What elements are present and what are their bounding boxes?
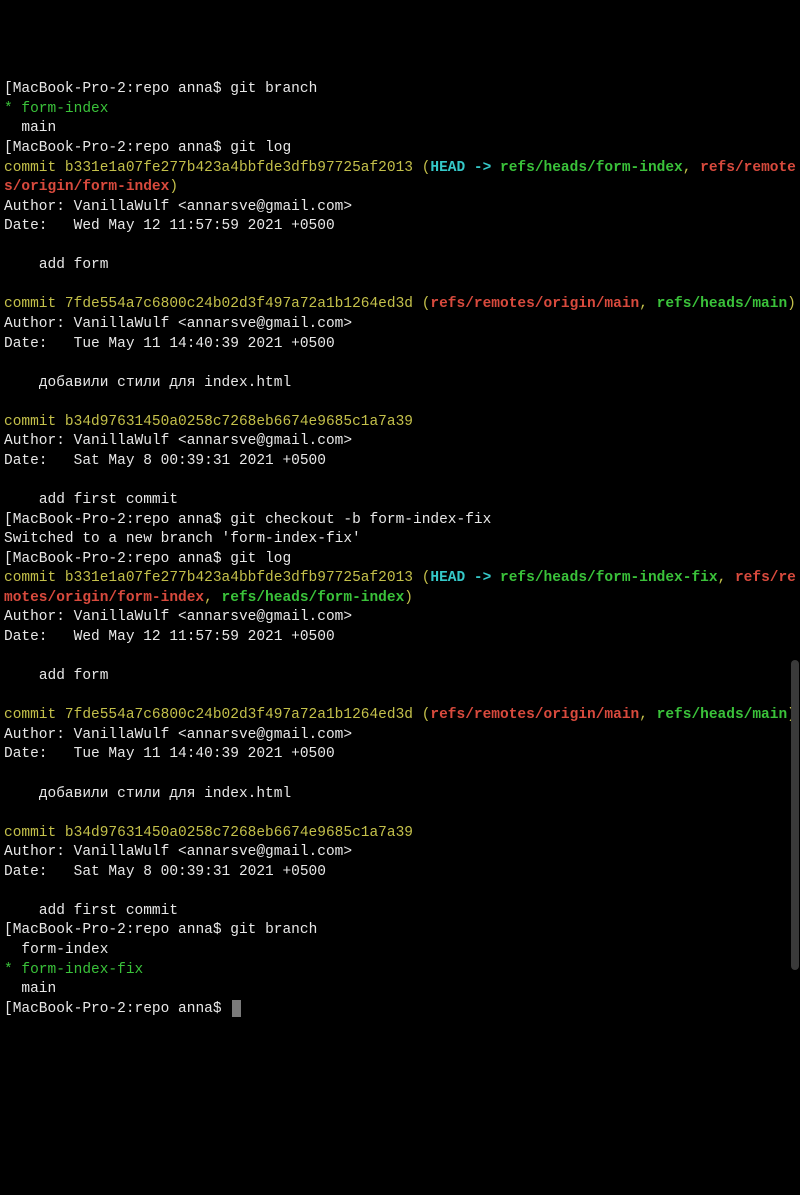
date-line: Date: Sat May 8 00:39:31 2021 +0500: [4, 453, 326, 469]
head-ref: HEAD ->: [430, 570, 500, 586]
cursor[interactable]: [232, 1000, 241, 1017]
branch-item: form-index: [21, 942, 108, 958]
commit-msg: add form: [4, 668, 108, 684]
command-text: git branch: [230, 81, 317, 97]
prompt-line: [MacBook-Pro-2:repo anna$ git branch: [4, 81, 317, 97]
commit-msg: add first commit: [4, 903, 178, 919]
remote-ref: refs/remotes/origin/main: [430, 296, 639, 312]
branch-ref: refs/heads/form-index-fix: [500, 570, 718, 586]
terminal-output[interactable]: [MacBook-Pro-2:repo anna$ git branch * f…: [4, 80, 796, 1019]
prompt-line: [MacBook-Pro-2:repo anna$ git log: [4, 140, 291, 156]
author-line: Author: VanillaWulf <annarsve@gmail.com>: [4, 609, 352, 625]
branch-current: * form-index-fix: [4, 962, 143, 978]
command-text: git log: [230, 140, 291, 156]
commit-line: commit b331e1a07fe277b423a4bbfde3dfb9772…: [4, 570, 413, 586]
switched-msg: Switched to a new branch 'form-index-fix…: [4, 531, 361, 547]
commit-line: commit b34d97631450a0258c7268eb6674e9685…: [4, 414, 413, 430]
command-text: git checkout -b form-index-fix: [230, 512, 491, 528]
branch-item: main: [21, 120, 56, 136]
date-line: Date: Tue May 11 14:40:39 2021 +0500: [4, 336, 335, 352]
branch-item: main: [21, 981, 56, 997]
branch-ref: refs/heads/form-index: [500, 160, 683, 176]
commit-line: commit b331e1a07fe277b423a4bbfde3dfb9772…: [4, 160, 413, 176]
commit-msg: добавили стили для index.html: [4, 786, 291, 802]
author-line: Author: VanillaWulf <annarsve@gmail.com>: [4, 727, 352, 743]
date-line: Date: Wed May 12 11:57:59 2021 +0500: [4, 629, 335, 645]
commit-msg: add first commit: [4, 492, 178, 508]
date-line: Date: Tue May 11 14:40:39 2021 +0500: [4, 746, 335, 762]
head-ref: HEAD ->: [430, 160, 500, 176]
author-line: Author: VanillaWulf <annarsve@gmail.com>: [4, 433, 352, 449]
commit-line: commit 7fde554a7c6800c24b02d3f497a72a1b1…: [4, 707, 413, 723]
command-text: git log: [230, 551, 291, 567]
author-line: Author: VanillaWulf <annarsve@gmail.com>: [4, 199, 352, 215]
prompt-line: [MacBook-Pro-2:repo anna$ git branch: [4, 922, 317, 938]
scrollbar[interactable]: [791, 660, 799, 970]
branch-ref: refs/heads/form-index: [222, 590, 405, 606]
prompt-line: [MacBook-Pro-2:repo anna$ git checkout -…: [4, 512, 491, 528]
date-line: Date: Sat May 8 00:39:31 2021 +0500: [4, 864, 326, 880]
commit-msg: add form: [4, 257, 108, 273]
commit-line: commit 7fde554a7c6800c24b02d3f497a72a1b1…: [4, 296, 413, 312]
command-text: git branch: [230, 922, 317, 938]
remote-ref: refs/remotes/origin/main: [430, 707, 639, 723]
branch-ref: refs/heads/main: [657, 296, 788, 312]
branch-current: * form-index: [4, 101, 108, 117]
commit-msg: добавили стили для index.html: [4, 375, 291, 391]
branch-ref: refs/heads/main: [657, 707, 788, 723]
author-line: Author: VanillaWulf <annarsve@gmail.com>: [4, 316, 352, 332]
date-line: Date: Wed May 12 11:57:59 2021 +0500: [4, 218, 335, 234]
prompt-line: [MacBook-Pro-2:repo anna$ git log: [4, 551, 291, 567]
commit-line: commit b34d97631450a0258c7268eb6674e9685…: [4, 825, 413, 841]
author-line: Author: VanillaWulf <annarsve@gmail.com>: [4, 844, 352, 860]
prompt-line: [MacBook-Pro-2:repo anna$: [4, 1001, 230, 1017]
